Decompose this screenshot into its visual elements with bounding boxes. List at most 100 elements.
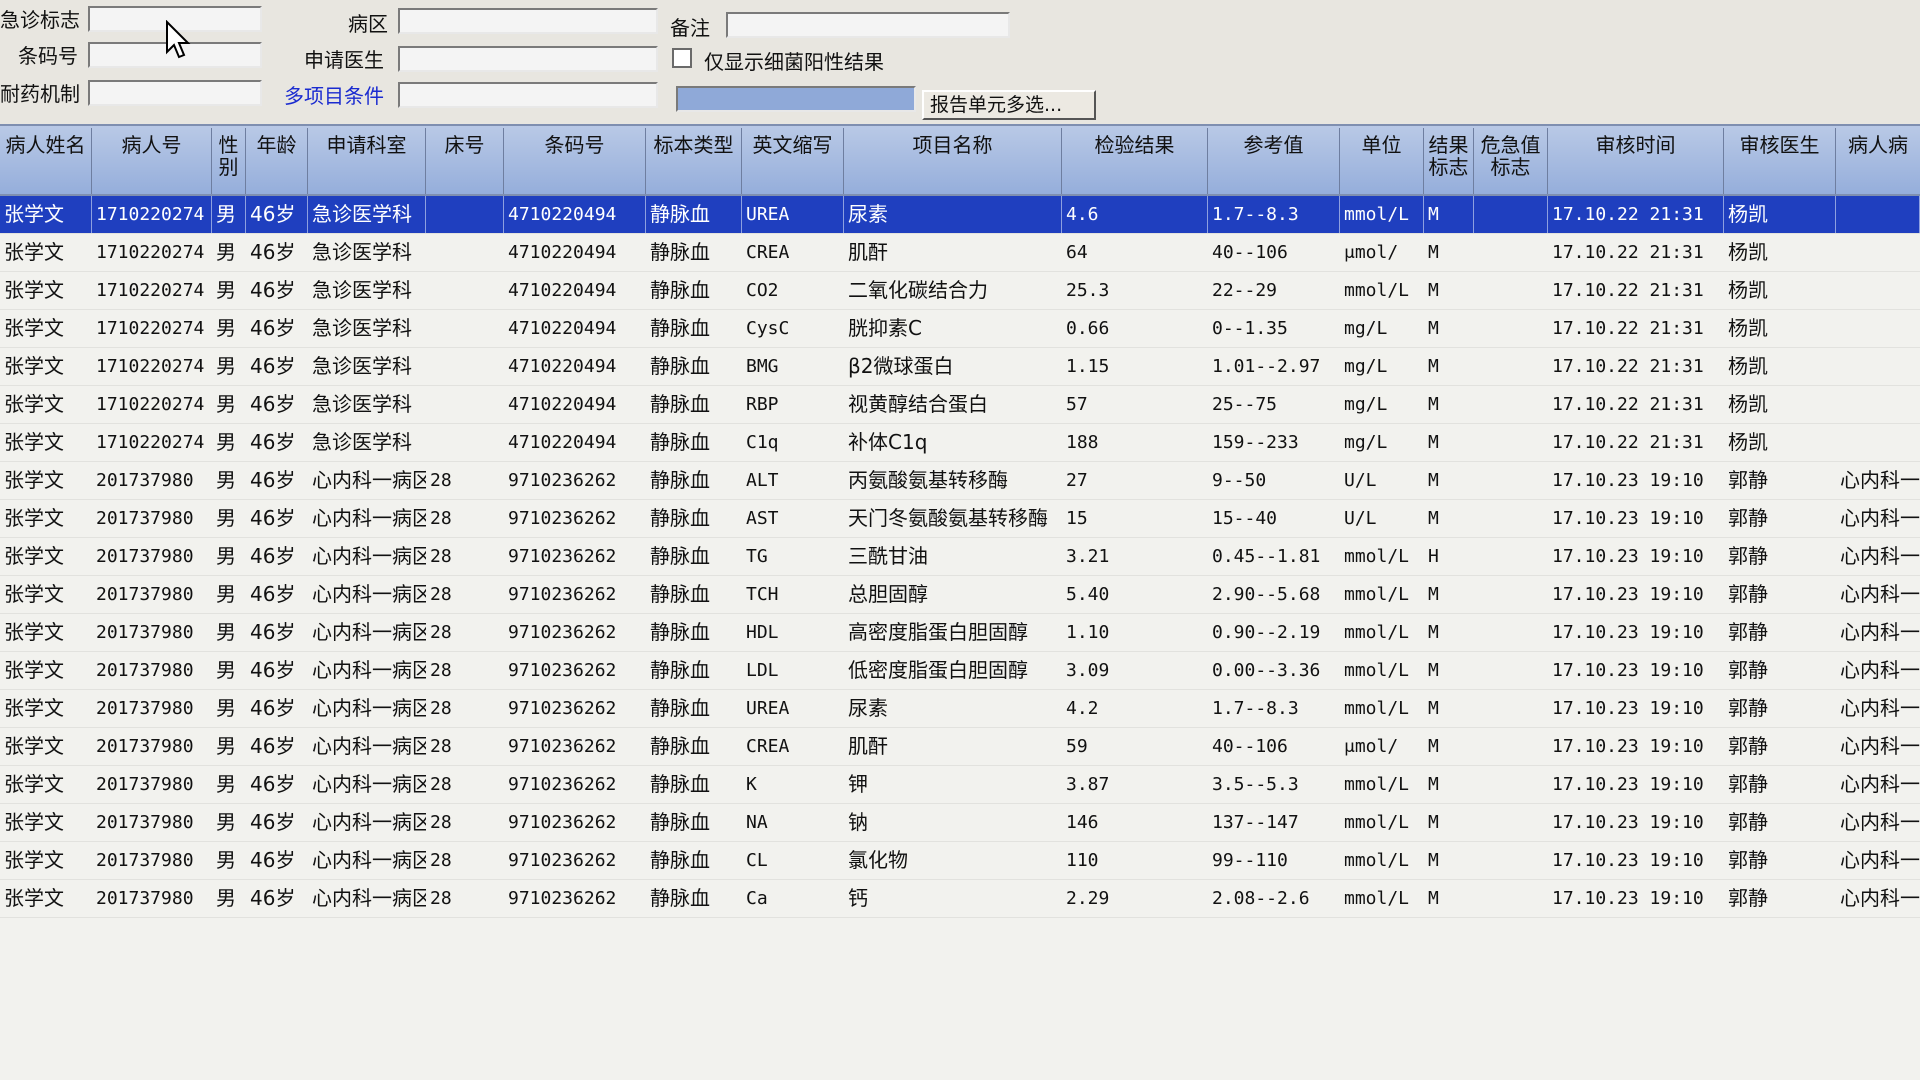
table-row[interactable]: 张学文 201737980 男 46岁 心内科一病区 28 9710236262 静脉血 CRE… [0, 728, 1920, 766]
cell-unit: mg/L [1344, 394, 1388, 415]
cell-name: 张学文 [4, 430, 64, 454]
cell-dept: 急诊医学科 [312, 430, 412, 454]
col-header-specimen[interactable]: 标本类型 [646, 128, 742, 194]
report-unit-button[interactable]: 报告单元多选... [922, 90, 1096, 120]
col-header-result[interactable]: 检验结果 [1062, 128, 1208, 194]
cell-sex: 男 [216, 734, 236, 758]
col-header-time[interactable]: 审核时间 [1548, 128, 1724, 194]
cell-time: 17.10.23 19:10 [1552, 660, 1704, 681]
cell-result: 57 [1066, 394, 1088, 415]
cell-bed [426, 310, 504, 347]
cell-result: 59 [1066, 736, 1088, 757]
cell-specimen: 静脉血 [650, 582, 710, 606]
cell-item: 补体C1q [848, 430, 928, 454]
cell-unit: mmol/L [1344, 888, 1410, 909]
cell-age: 46岁 [250, 658, 296, 682]
cell-name: 张学文 [4, 240, 64, 264]
table-row[interactable]: 张学文 1710220274 男 46岁 急诊医学科 4710220494 静脉血 CysC 胱… [0, 310, 1920, 348]
cell-ref: 1.7--8.3 [1212, 698, 1299, 719]
table-row[interactable]: 张学文 201737980 男 46岁 心内科一病区 28 9710236262 静脉血 NA 钠… [0, 804, 1920, 842]
cell-dept: 心内科一病区 [312, 582, 426, 606]
table-row[interactable]: 张学文 201737980 男 46岁 心内科一病区 28 9710236262 静脉血 HDL… [0, 614, 1920, 652]
report-unit-field[interactable] [676, 86, 916, 112]
cell-pid: 1710220274 [96, 318, 205, 339]
col-header-ref[interactable]: 参考值 [1208, 128, 1340, 194]
cell-age: 46岁 [250, 810, 296, 834]
col-header-doctor[interactable]: 审核医生 [1724, 128, 1836, 194]
cell-dept: 心内科一病区 [312, 772, 426, 796]
cell-specimen: 静脉血 [650, 240, 710, 264]
col-header-pid[interactable]: 病人号 [92, 128, 212, 194]
cell-dept: 急诊医学科 [312, 392, 412, 416]
table-row[interactable]: 张学文 201737980 男 46岁 心内科一病区 28 9710236262 静脉血 ALT… [0, 462, 1920, 500]
cell-abbr: CL [746, 850, 768, 871]
cell-barcode: 4710220494 [508, 394, 617, 415]
table-row[interactable]: 张学文 1710220274 男 46岁 急诊医学科 4710220494 静脉血 CO2 二氧… [0, 272, 1920, 310]
remark-input[interactable] [726, 12, 1010, 38]
barcode-label: 条码号 [18, 44, 78, 68]
cell-result: 188 [1066, 432, 1099, 453]
cell-age: 46岁 [250, 620, 296, 644]
col-header-ward[interactable]: 病人病 [1836, 128, 1920, 194]
cell-crit [1474, 272, 1548, 309]
cell-pid: 201737980 [96, 888, 194, 909]
cell-time: 17.10.23 19:10 [1552, 888, 1704, 909]
cell-flag: M [1428, 242, 1439, 263]
cell-doctor: 杨凯 [1728, 240, 1768, 264]
col-header-crit[interactable]: 危急值标志 [1474, 128, 1548, 194]
cell-specimen: 静脉血 [650, 544, 710, 568]
table-row[interactable]: 张学文 201737980 男 46岁 心内科一病区 28 9710236262 静脉血 Ca 钙… [0, 880, 1920, 918]
cell-ward [1836, 348, 1920, 385]
resistance-input[interactable] [88, 80, 262, 106]
table-row[interactable]: 张学文 201737980 男 46岁 心内科一病区 28 9710236262 静脉血 URE… [0, 690, 1920, 728]
cell-dept: 急诊医学科 [312, 316, 412, 340]
table-row[interactable]: 张学文 201737980 男 46岁 心内科一病区 28 9710236262 静脉血 TG 三… [0, 538, 1920, 576]
cell-doctor: 郭静 [1728, 620, 1768, 644]
table-row[interactable]: 张学文 1710220274 男 46岁 急诊医学科 4710220494 静脉血 RBP 视黄… [0, 386, 1920, 424]
cell-pid: 201737980 [96, 622, 194, 643]
cell-abbr: C1q [746, 432, 779, 453]
col-header-item[interactable]: 项目名称 [844, 128, 1062, 194]
cell-pid: 201737980 [96, 850, 194, 871]
col-header-barcode[interactable]: 条码号 [504, 128, 646, 194]
cell-pid: 201737980 [96, 812, 194, 833]
col-header-sex[interactable]: 性别 [212, 128, 246, 194]
cell-pid: 201737980 [96, 736, 194, 757]
cell-doctor: 杨凯 [1728, 354, 1768, 378]
table-row[interactable]: 张学文 201737980 男 46岁 心内科一病区 28 9710236262 静脉血 LDL… [0, 652, 1920, 690]
cell-abbr: HDL [746, 622, 779, 643]
col-header-abbr[interactable]: 英文缩写 [742, 128, 844, 194]
cell-specimen: 静脉血 [650, 316, 710, 340]
table-row[interactable]: 张学文 1710220274 男 46岁 急诊医学科 4710220494 静脉血 BMG β2… [0, 348, 1920, 386]
table-row[interactable]: 张学文 201737980 男 46岁 心内科一病区 28 9710236262 静脉血 TCH… [0, 576, 1920, 614]
cell-time: 17.10.23 19:10 [1552, 622, 1704, 643]
requesting-doctor-input[interactable] [398, 46, 658, 72]
multi-condition-input[interactable] [398, 82, 658, 108]
cell-ward [1836, 310, 1920, 347]
col-header-dept[interactable]: 申请科室 [308, 128, 426, 194]
col-header-flag[interactable]: 结果标志 [1424, 128, 1474, 194]
table-row[interactable]: 张学文 201737980 男 46岁 心内科一病区 28 9710236262 静脉血 CL 氯… [0, 842, 1920, 880]
table-row[interactable]: 张学文 201737980 男 46岁 心内科一病区 28 9710236262 静脉血 AST… [0, 500, 1920, 538]
col-header-age[interactable]: 年龄 [246, 128, 308, 194]
col-header-unit[interactable]: 单位 [1340, 128, 1424, 194]
cell-item: 钙 [848, 886, 868, 910]
table-row[interactable]: 张学文 1710220274 男 46岁 急诊医学科 4710220494 静脉血 CREA 肌… [0, 234, 1920, 272]
cell-bed: 28 [430, 850, 452, 871]
table-row[interactable]: 张学文 1710220274 男 46岁 急诊医学科 4710220494 静脉血 UREA 尿… [0, 196, 1920, 234]
cell-time: 17.10.22 21:31 [1552, 242, 1704, 263]
cell-doctor: 郭静 [1728, 506, 1768, 530]
col-header-bed[interactable]: 床号 [426, 128, 504, 194]
ward-input[interactable] [398, 8, 658, 34]
bacteria-positive-checkbox[interactable] [672, 48, 692, 68]
multi-condition-link[interactable]: 多项目条件 [284, 80, 384, 109]
cell-specimen: 静脉血 [650, 810, 710, 834]
cell-sex: 男 [216, 506, 236, 530]
cell-bed [426, 348, 504, 385]
cell-specimen: 静脉血 [650, 468, 710, 492]
cell-dept: 急诊医学科 [308, 196, 426, 233]
table-row[interactable]: 张学文 1710220274 男 46岁 急诊医学科 4710220494 静脉血 C1q 补体… [0, 424, 1920, 462]
col-header-name[interactable]: 病人姓名 [0, 128, 92, 194]
table-row[interactable]: 张学文 201737980 男 46岁 心内科一病区 28 9710236262 静脉血 K 钾 3… [0, 766, 1920, 804]
cell-barcode: 9710236262 [508, 622, 617, 643]
